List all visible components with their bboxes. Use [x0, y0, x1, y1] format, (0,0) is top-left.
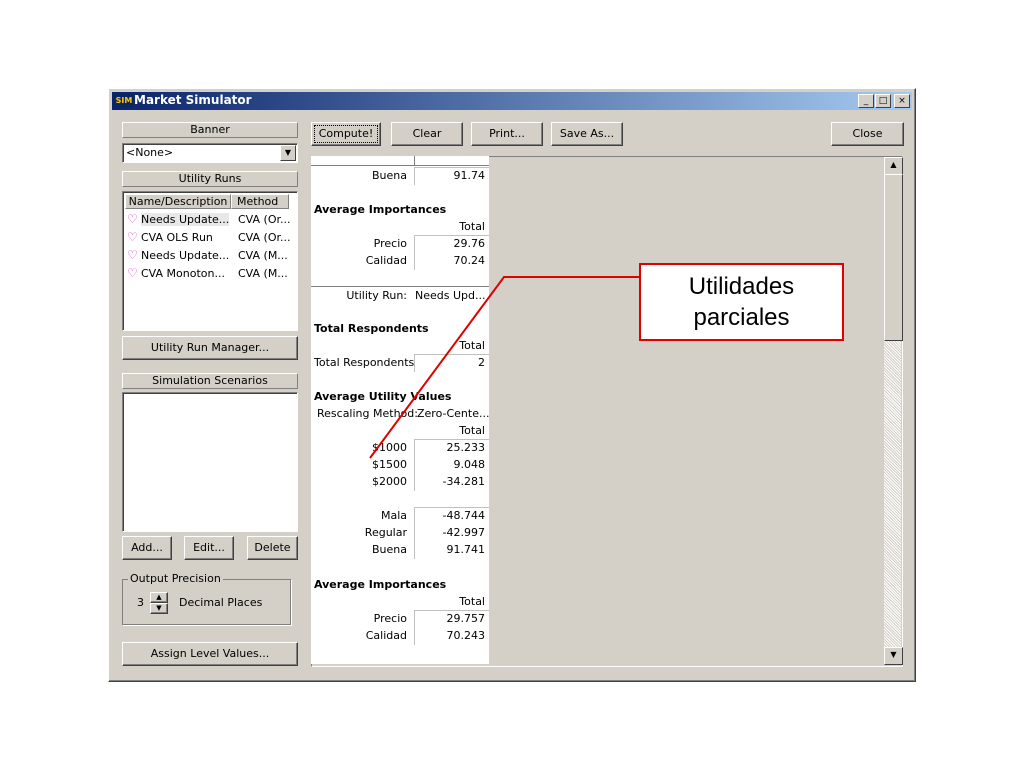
row-label: Buena	[372, 169, 407, 182]
row-label: Calidad	[365, 254, 407, 267]
list-item[interactable]: ♡ Needs Update... CVA (M...	[127, 247, 291, 264]
total-header: Total	[459, 220, 485, 233]
cell-border	[414, 167, 489, 185]
utility-run-manager-button[interactable]: Utility Run Manager...	[122, 336, 298, 360]
cell-border	[414, 610, 489, 645]
close-window-button[interactable]: ×	[894, 94, 910, 108]
column-divider	[414, 156, 415, 166]
compute-button[interactable]: Compute!	[311, 122, 381, 146]
rescaling-value: Zero-Cente...	[417, 407, 489, 420]
cell-border	[414, 235, 489, 270]
scroll-up-icon[interactable]: ▲	[884, 157, 903, 175]
row-label: $1500	[372, 458, 407, 471]
run-method: CVA (M...	[238, 249, 288, 262]
cell-border	[414, 507, 489, 559]
total-header: Total	[459, 595, 485, 608]
print-button[interactable]: Print...	[471, 122, 543, 146]
row-label: $1000	[372, 441, 407, 454]
simulation-scenarios-header: Simulation Scenarios	[122, 373, 298, 389]
close-button[interactable]: Close	[831, 122, 904, 146]
save-as-button[interactable]: Save As...	[551, 122, 623, 146]
utility-runs-list[interactable]: Name/Description Method ♡ Needs Update...…	[122, 191, 298, 331]
add-scenario-button[interactable]: Add...	[122, 536, 172, 560]
list-item[interactable]: ♡ CVA OLS Run CVA (Or...	[127, 229, 291, 246]
utility-run-icon: ♡	[127, 230, 138, 244]
utility-run-icon: ♡	[127, 248, 138, 262]
list-item[interactable]: ♡ Needs Update... CVA (Or...	[127, 211, 291, 228]
vertical-scrollbar[interactable]: ▲ ▼	[884, 157, 903, 665]
column-header-method[interactable]: Method	[231, 194, 289, 209]
run-name: Needs Update...	[141, 213, 230, 226]
decimal-places-label: Decimal Places	[179, 596, 263, 609]
run-name: Needs Update...	[141, 249, 230, 262]
scenarios-list[interactable]	[122, 392, 298, 532]
edit-scenario-button[interactable]: Edit...	[184, 536, 234, 560]
row-label: Regular	[364, 526, 407, 539]
section-title: Average Importances	[314, 578, 447, 591]
utility-run-icon: ♡	[127, 212, 138, 226]
cell-border	[414, 439, 489, 491]
row-label: Precio	[373, 237, 407, 250]
market-simulator-window: SIM Market Simulator _ □ × Banner <None>…	[108, 88, 916, 682]
run-name: CVA Monoton...	[141, 267, 225, 280]
callout-line-2: parciales	[693, 304, 790, 331]
assign-level-values-button[interactable]: Assign Level Values...	[122, 642, 298, 666]
row-label: Buena	[372, 543, 407, 556]
cell-border	[414, 354, 489, 372]
total-header: Total	[459, 339, 485, 352]
minimize-button[interactable]: _	[858, 94, 874, 108]
column-header-name[interactable]: Name/Description	[125, 194, 231, 209]
section-title: Average Utility Values	[314, 390, 452, 403]
row-label: $2000	[372, 475, 407, 488]
row-label: Calidad	[365, 629, 407, 642]
total-header: Total	[459, 424, 485, 437]
stepper-up-icon[interactable]: ▲	[150, 592, 168, 603]
section-title: Average Importances	[314, 203, 447, 216]
delete-scenario-button[interactable]: Delete	[247, 536, 298, 560]
run-name: CVA OLS Run	[141, 231, 213, 244]
utility-run-icon: ♡	[127, 266, 138, 280]
title-bar[interactable]: SIM Market Simulator _ □ ×	[112, 92, 912, 110]
maximize-button[interactable]: □	[875, 94, 891, 108]
utility-run-value: Needs Upd...	[415, 289, 486, 302]
run-method: CVA (M...	[238, 267, 288, 280]
run-method: CVA (Or...	[238, 213, 291, 226]
banner-header: Banner	[122, 122, 298, 138]
utility-run-label: Utility Run:	[346, 289, 407, 302]
precision-stepper[interactable]: ▲ ▼	[150, 592, 168, 614]
window-title: Market Simulator	[134, 93, 252, 107]
app-icon: SIM	[115, 94, 133, 107]
grid-column-headers	[311, 156, 489, 166]
scroll-down-icon[interactable]: ▼	[884, 647, 903, 665]
clear-button[interactable]: Clear	[391, 122, 463, 146]
stepper-down-icon[interactable]: ▼	[150, 603, 168, 614]
row-label: Mala	[380, 509, 407, 522]
list-item[interactable]: ♡ CVA Monoton... CVA (M...	[127, 265, 291, 282]
rescaling-label: Rescaling Method:	[317, 407, 418, 420]
row-label: Precio	[373, 612, 407, 625]
banner-select[interactable]: <None> ▼	[122, 143, 298, 163]
row-label: Total Respondents	[314, 356, 415, 369]
banner-selected-value: <None>	[126, 146, 174, 159]
run-method: CVA (Or...	[238, 231, 291, 244]
scroll-thumb[interactable]	[884, 174, 903, 341]
callout-line-1: Utilidades	[688, 273, 795, 300]
chevron-down-icon[interactable]: ▼	[280, 145, 296, 161]
report-grid[interactable]: Buena 91.74 Average Importances Total Pr…	[311, 156, 489, 664]
section-title: Total Respondents	[314, 322, 429, 335]
precision-value[interactable]: 3	[137, 596, 144, 609]
callout-box: Utilidades parciales	[639, 263, 844, 341]
output-precision-legend: Output Precision	[128, 572, 223, 585]
utility-runs-header: Utility Runs	[122, 171, 298, 187]
